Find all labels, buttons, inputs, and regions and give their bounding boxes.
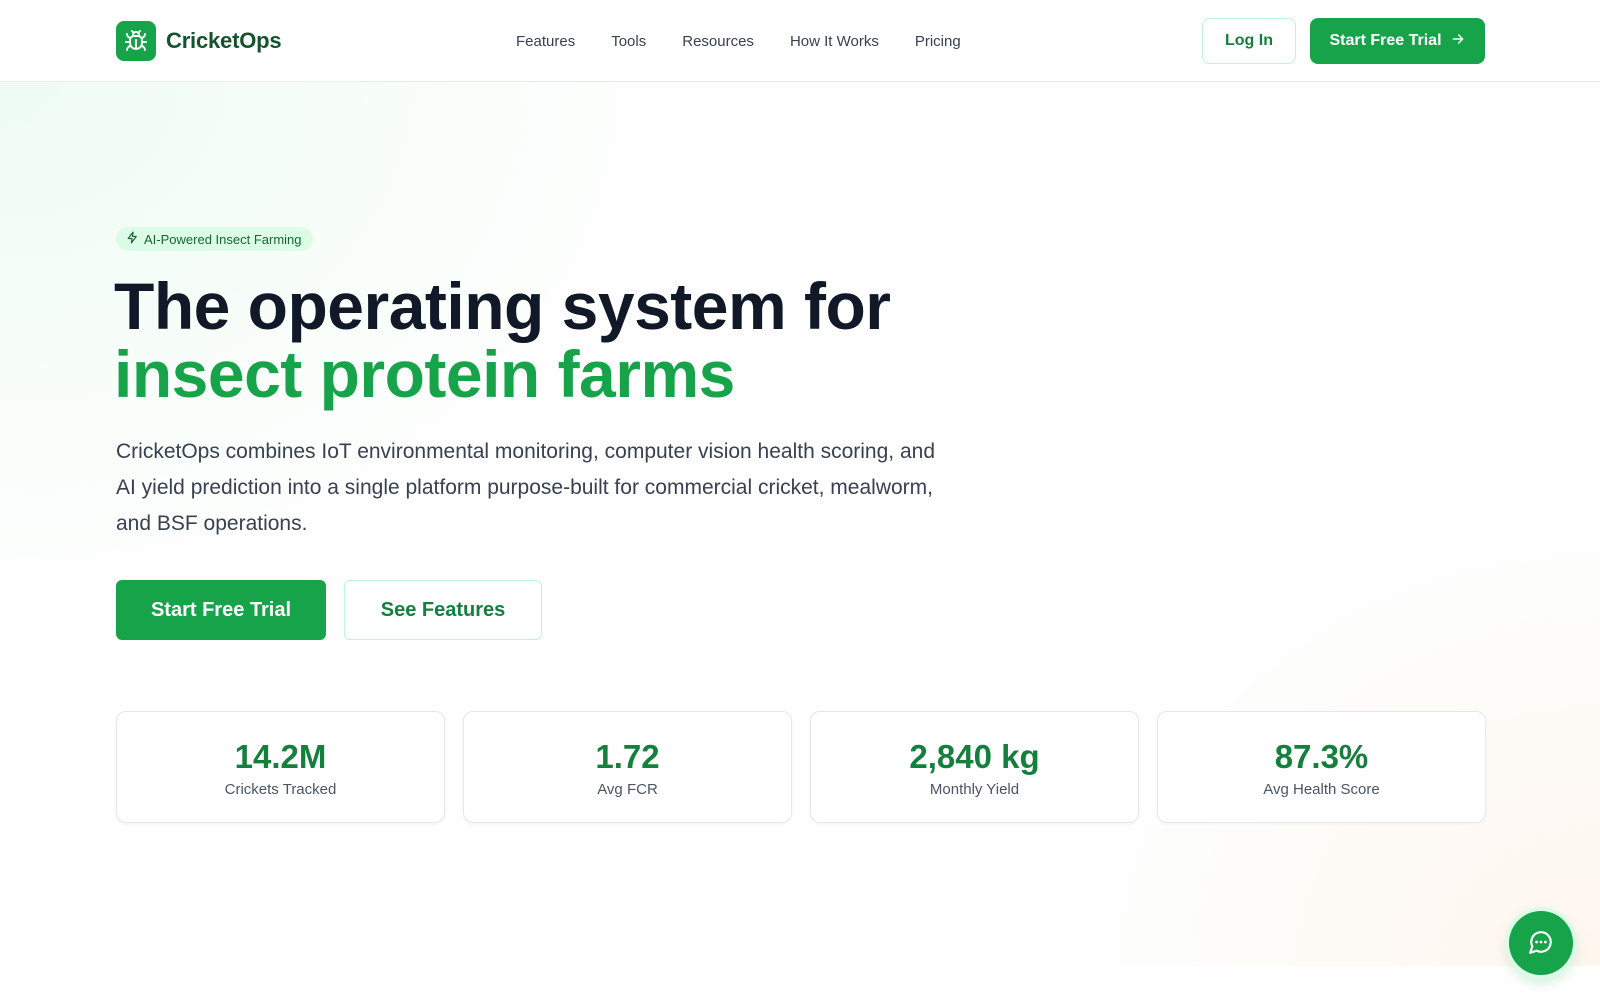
landing-page: CricketOps Features Tools Resources How … xyxy=(0,0,1600,1000)
stats-row: 14.2M Crickets Tracked 1.72 Avg FCR 2,84… xyxy=(116,711,1486,823)
stat-value: 2,840 kg xyxy=(909,737,1040,775)
nav-features[interactable]: Features xyxy=(516,33,575,50)
bug-icon xyxy=(116,21,156,61)
nav-how-it-works[interactable]: How It Works xyxy=(790,33,879,50)
header-start-trial-label: Start Free Trial xyxy=(1329,32,1442,49)
brand-name: CricketOps xyxy=(166,28,282,53)
hero-start-trial-label: Start Free Trial xyxy=(150,598,292,621)
lightning-icon xyxy=(126,231,139,247)
chat-button[interactable] xyxy=(1509,911,1573,975)
nav-resources[interactable]: Resources xyxy=(682,33,754,50)
hero-headline-line1: The operating system for xyxy=(114,269,891,343)
stat-card-avg-fcr: 1.72 Avg FCR xyxy=(463,711,792,823)
stat-card-crickets-tracked: 14.2M Crickets Tracked xyxy=(116,711,445,823)
login-button[interactable]: Log In xyxy=(1202,18,1296,64)
stat-label: Avg Health Score xyxy=(1263,780,1380,798)
chat-bubble-icon xyxy=(1528,929,1554,958)
main-nav: Features Tools Resources How It Works Pr… xyxy=(516,0,997,82)
hero-headline: The operating system for insect protein … xyxy=(114,272,1114,408)
hero-badge: AI-Powered Insect Farming xyxy=(116,227,313,251)
stat-label: Monthly Yield xyxy=(929,780,1020,798)
stat-card-avg-health-score: 87.3% Avg Health Score xyxy=(1157,711,1486,823)
stat-card-monthly-yield: 2,840 kg Monthly Yield xyxy=(810,711,1139,823)
nav-tools[interactable]: Tools xyxy=(611,33,646,50)
hero-start-trial-button[interactable]: Start Free Trial xyxy=(116,580,326,640)
stat-value: 87.3% xyxy=(1274,737,1369,775)
hero-headline-line2: insect protein farms xyxy=(114,337,735,411)
login-button-label: Log In xyxy=(1225,32,1273,49)
arrow-right-icon xyxy=(1450,31,1466,52)
next-section-edge xyxy=(0,966,1600,1000)
header-start-trial-button[interactable]: Start Free Trial xyxy=(1310,18,1485,64)
stat-value: 1.72 xyxy=(595,737,660,775)
hero-badge-text: AI-Powered Insect Farming xyxy=(144,231,302,247)
stat-label: Crickets Tracked xyxy=(224,780,337,798)
hero-section: AI-Powered Insect Farming The operating … xyxy=(0,82,1600,966)
brand-link[interactable]: CricketOps xyxy=(116,21,282,61)
stat-label: Avg FCR xyxy=(597,780,658,798)
site-header: CricketOps Features Tools Resources How … xyxy=(0,0,1600,82)
see-features-label: See Features xyxy=(380,598,506,621)
see-features-button[interactable]: See Features xyxy=(344,580,542,640)
hero-description: CricketOps combines IoT environmental mo… xyxy=(116,440,935,535)
stat-value: 14.2M xyxy=(234,737,327,775)
nav-pricing[interactable]: Pricing xyxy=(915,33,961,50)
